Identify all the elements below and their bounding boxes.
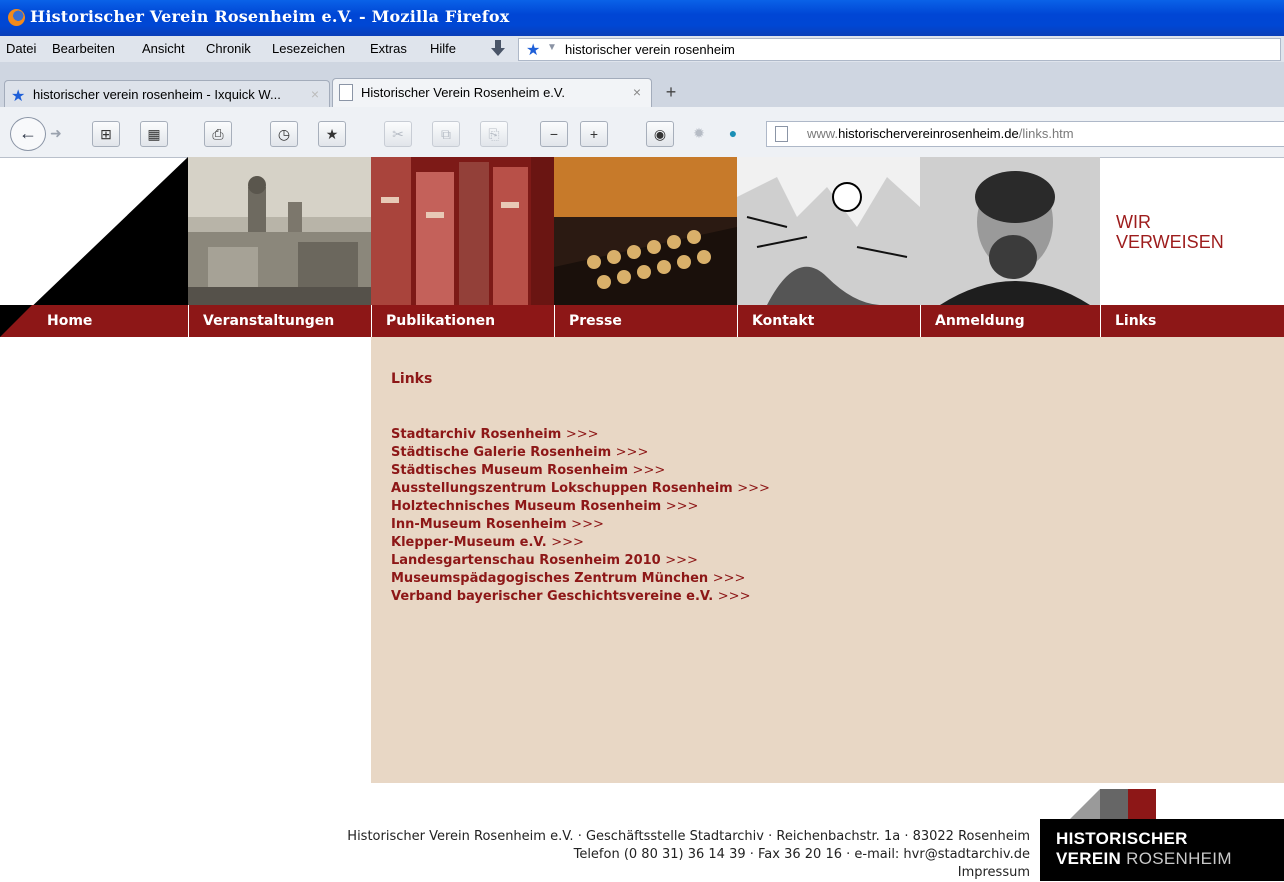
tab-bar: ★ historischer verein rosenheim - Ixquic… [0, 62, 1284, 107]
tab-label: historischer verein rosenheim - Ixquick … [33, 87, 281, 102]
new-window-button[interactable]: ⊞ [92, 121, 120, 147]
links-list: Stadtarchiv Rosenheim >>> Städtische Gal… [391, 426, 770, 606]
navigation-toolbar: ← ➜ ⊞ ▦ ⎙ ◷ ★ ✂ ⧉ ⎘ − + ◉ ✹ ● www.histor… [0, 107, 1284, 158]
back-button[interactable]: ← [10, 117, 46, 151]
nav-veranstaltungen[interactable]: Veranstaltungen [188, 305, 371, 337]
link-museumspaedagogisches-zentrum[interactable]: Museumspädagogisches Zentrum München >>> [391, 570, 770, 588]
impressum-link[interactable]: Impressum [347, 864, 1030, 882]
zoom-out-button[interactable]: − [540, 121, 568, 147]
site-logo: HISTORISCHER VEREIN ROSENHEIM [1040, 789, 1284, 881]
print-button[interactable]: ⎙ [204, 121, 232, 147]
link-stadtarchiv[interactable]: Stadtarchiv Rosenheim >>> [391, 426, 770, 444]
site-header: WIR VERWEISEN Home Veranstaltungen Publi… [0, 157, 1284, 337]
menu-lesezeichen[interactable]: Lesezeichen [272, 41, 345, 56]
nav-anmeldung[interactable]: Anmeldung [920, 305, 1100, 337]
star-icon[interactable]: ★ [526, 40, 540, 60]
link-klepper-museum[interactable]: Klepper-Museum e.V. >>> [391, 534, 770, 552]
menu-datei[interactable]: Datei [6, 41, 36, 56]
copy-button[interactable]: ⧉ [432, 121, 460, 147]
logo-mark [1070, 789, 1156, 819]
paste-button[interactable]: ⎘ [480, 121, 508, 147]
page-icon [339, 84, 353, 101]
star-icon: ★ [11, 88, 26, 105]
bookmarks-button[interactable]: ★ [318, 121, 346, 147]
window-title: Historischer Verein Rosenheim e.V. - Moz… [30, 7, 510, 26]
url-bar[interactable]: www.historischervereinrosenheim.de/links… [766, 121, 1284, 147]
menu-bearbeiten[interactable]: Bearbeiten [52, 41, 115, 56]
illustration-image [737, 157, 920, 305]
cut-button[interactable]: ✂ [384, 121, 412, 147]
logo-line1: HISTORISCHER [1056, 829, 1188, 848]
chat-icon[interactable]: ● [720, 121, 746, 145]
nav-home[interactable]: Home [33, 305, 188, 337]
portrait-image [920, 157, 1100, 305]
tab-search-results[interactable]: ★ historischer verein rosenheim - Ixquic… [4, 80, 330, 107]
link-lokschuppen[interactable]: Ausstellungszentrum Lokschuppen Rosenhei… [391, 480, 770, 498]
zoom-in-button[interactable]: + [580, 121, 608, 147]
search-input[interactable]: historischer verein rosenheim [565, 42, 735, 57]
firefox-icon [8, 9, 25, 26]
loading-icon: ✹ [693, 125, 705, 141]
download-icon[interactable] [490, 39, 506, 57]
fullscreen-button[interactable]: ◉ [646, 121, 674, 147]
search-bar[interactable]: ★ ▼ historischer verein rosenheim [518, 38, 1281, 61]
tab-label: Historischer Verein Rosenheim e.V. [361, 85, 566, 100]
old-town-image [188, 157, 371, 305]
page-title: Links [391, 371, 433, 387]
new-tab-button[interactable]: + [658, 80, 684, 105]
menu-hilfe[interactable]: Hilfe [430, 41, 456, 56]
footer-address: Historischer Verein Rosenheim e.V. · Ges… [347, 829, 1030, 844]
link-holztechnisches-museum[interactable]: Holztechnisches Museum Rosenheim >>> [391, 498, 770, 516]
nav-links[interactable]: Links [1100, 305, 1284, 337]
menu-bar: Datei Bearbeiten Ansicht Chronik Lesezei… [0, 36, 1284, 62]
menu-extras[interactable]: Extras [370, 41, 407, 56]
nav-publikationen[interactable]: Publikationen [371, 305, 554, 337]
nav-presse[interactable]: Presse [554, 305, 737, 337]
menu-ansicht[interactable]: Ansicht [142, 41, 185, 56]
layout-button[interactable]: ▦ [140, 121, 168, 147]
close-icon[interactable]: × [633, 84, 641, 100]
close-icon[interactable]: × [311, 86, 319, 102]
logo-line2: VEREIN ROSENHEIM [1056, 849, 1232, 868]
main-navigation: Home Veranstaltungen Publikationen Press… [0, 305, 1284, 337]
site-footer: Historischer Verein Rosenheim e.V. · Ges… [347, 828, 1030, 882]
history-button[interactable]: ◷ [270, 121, 298, 147]
footer-contact: Telefon (0 80 31) 36 14 39 · Fax 36 20 1… [573, 847, 1030, 862]
forward-button[interactable]: ➜ [50, 125, 62, 142]
menu-chronik[interactable]: Chronik [206, 41, 251, 56]
chevron-down-icon[interactable]: ▼ [547, 42, 557, 53]
books-image [371, 157, 554, 305]
link-inn-museum[interactable]: Inn-Museum Rosenheim >>> [391, 516, 770, 534]
page-icon [775, 126, 788, 142]
page-tagline: WIR VERWEISEN [1116, 212, 1224, 252]
link-staedtische-galerie[interactable]: Städtische Galerie Rosenheim >>> [391, 444, 770, 462]
window-titlebar: Historischer Verein Rosenheim e.V. - Moz… [0, 0, 1284, 36]
tab-historischer-verein[interactable]: Historischer Verein Rosenheim e.V. × [332, 78, 652, 107]
link-landesgartenschau[interactable]: Landesgartenschau Rosenheim 2010 >>> [391, 552, 770, 570]
link-staedtisches-museum[interactable]: Städtisches Museum Rosenheim >>> [391, 462, 770, 480]
nav-kontakt[interactable]: Kontakt [737, 305, 920, 337]
url-text[interactable]: www.historischervereinrosenheim.de/links… [807, 126, 1074, 141]
typewriter-image [554, 157, 737, 305]
link-verband-geschichtsvereine[interactable]: Verband bayerischer Geschichtsvereine e.… [391, 588, 770, 606]
